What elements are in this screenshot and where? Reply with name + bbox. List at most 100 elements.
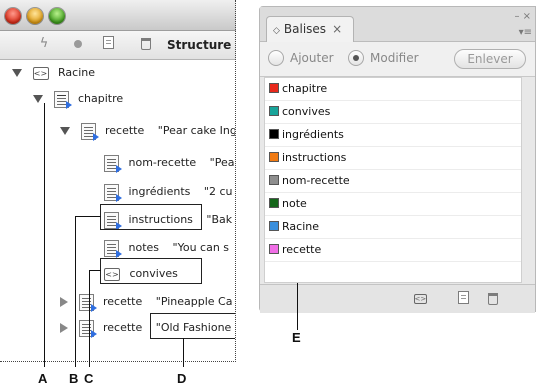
tag-item-convives[interactable]: convives [265,101,521,124]
structure-window: ϟ Structure <> Racine chapitre recette "… [0,0,236,372]
tag-label: Racine [282,220,319,233]
tag-color-swatch [269,83,279,93]
root-element-icon: <> [32,66,49,80]
tree-row-chapitre[interactable]: chapitre [33,88,133,110]
element-icon [78,293,97,312]
callout-line-b [75,216,76,367]
expand-triangle-icon[interactable] [12,69,22,77]
content-highlight-box [150,313,235,339]
tree-row-label: chapitre [78,92,124,105]
tag-item-ingredients[interactable]: ingrédients [265,124,521,147]
collapse-triangle-icon[interactable] [60,323,68,333]
new-element-icon[interactable] [100,36,116,52]
remove-button[interactable]: Enlever [454,49,526,69]
collapse-triangle-icon[interactable] [60,297,68,307]
window-edge-right [235,0,236,362]
tag-label: chapitre [282,82,328,95]
tag-label: instructions [282,151,347,164]
window-close-button[interactable] [5,8,21,24]
trash-icon[interactable] [138,36,154,52]
tree-row-content: "2 cu [203,185,233,198]
tree-row-content: "Pea [209,156,235,169]
panel-collapse-icon[interactable]: – × [514,11,531,22]
tree-row-notes[interactable]: notes "You can s [104,237,229,259]
new-tag-icon[interactable] [455,291,471,305]
tree-row-label: ingrédients [128,185,191,198]
trash-icon[interactable] [485,291,501,305]
radio-modifier-label: Modifier [370,51,419,65]
callout-line-d [183,338,184,367]
lightning-icon[interactable]: ϟ [36,36,52,52]
tag-label: ingrédients [282,128,344,141]
element-icon [80,122,99,141]
attribute-dot-icon[interactable] [70,36,86,52]
tree-row-label: recette [105,124,145,137]
tree-row-recette[interactable]: recette "Pear cake Ing [60,120,235,142]
tree-row-content: "Bak [206,213,233,226]
tags-panel: ◇ Balises × – × ▾≡ Ajouter Modifier Enleve… [259,6,536,313]
tag-label: recette [282,243,322,256]
tree-row-nom-recette[interactable]: nom-recette "Pea [104,152,234,174]
panel-controls: Ajouter Modifier Enlever [260,42,535,77]
panel-bottom-bar: <> [260,284,535,313]
tag-color-swatch [269,129,279,139]
callout-label-d: D [177,371,187,386]
callout-label-a: A [38,371,48,386]
tag-item-note[interactable]: note [265,193,521,216]
radio-modifier[interactable] [348,50,364,66]
tag-label: convives [282,105,331,118]
element-icon [104,183,122,202]
tag-color-swatch [269,198,279,208]
tree-row-content: "You can s [172,241,230,254]
tree-row-label: notes [128,241,160,254]
window-edge-bottom [0,361,236,362]
diamond-icon: ◇ [273,26,280,36]
structure-tree: <> Racine chapitre recette "Pear cake In… [0,60,235,360]
tag-color-swatch [269,106,279,116]
tree-row-content: "Pear cake Ing [157,124,235,137]
instructions-highlight-box [100,204,202,230]
tag-color-swatch [269,175,279,185]
callout-label-b: B [69,371,79,386]
tree-row-label: recette [103,295,143,308]
window-zoom-button[interactable] [49,8,65,24]
map-tags-icon[interactable]: <> [412,291,428,305]
callout-label-c: C [84,371,94,386]
radio-ajouter[interactable] [268,50,284,66]
structure-panel-title: Structure [167,38,232,52]
element-icon [104,154,122,173]
tab-balises[interactable]: ◇ Balises × [266,16,354,42]
tag-label: note [282,197,307,210]
tag-item-chapitre[interactable]: chapitre [265,78,521,101]
expand-triangle-icon[interactable] [33,95,43,103]
panel-menu-icon[interactable]: ▾≡ [519,27,532,38]
tree-row-label: nom-recette [128,156,197,169]
tree-row-recette[interactable]: recette "Pineapple Ca [60,291,232,313]
tab-close-icon[interactable]: × [332,22,342,36]
callout-line-c [89,270,90,367]
tree-row-ingredients[interactable]: ingrédients "2 cu [104,181,232,203]
callout-line-b-horizontal [75,216,101,217]
panel-tabbar: ◇ Balises × – × ▾≡ [260,7,535,42]
tree-row-racine[interactable]: <> Racine [12,62,105,84]
callout-line-e [297,283,298,330]
callout-line-a [44,103,45,367]
tree-row-label: Racine [58,66,95,79]
window-minimize-button[interactable] [27,8,43,24]
expand-triangle-icon[interactable] [60,127,70,135]
element-icon [53,90,72,109]
convives-highlight-box [100,258,202,284]
element-icon [104,239,122,258]
callout-line-c-horizontal [89,270,101,271]
tag-color-swatch [269,244,279,254]
tag-item-racine[interactable]: Racine [265,216,521,239]
tab-label: Balises [283,22,327,36]
tag-list: chapitre convives ingrédients instructio… [264,77,522,283]
tag-label: nom-recette [282,174,350,187]
element-icon [78,319,97,338]
radio-ajouter-label: Ajouter [290,51,334,65]
tag-item-instructions[interactable]: instructions [265,147,521,170]
window-titlebar [0,0,236,31]
tag-item-recette[interactable]: recette [265,239,521,262]
tag-item-nom-recette[interactable]: nom-recette [265,170,521,193]
